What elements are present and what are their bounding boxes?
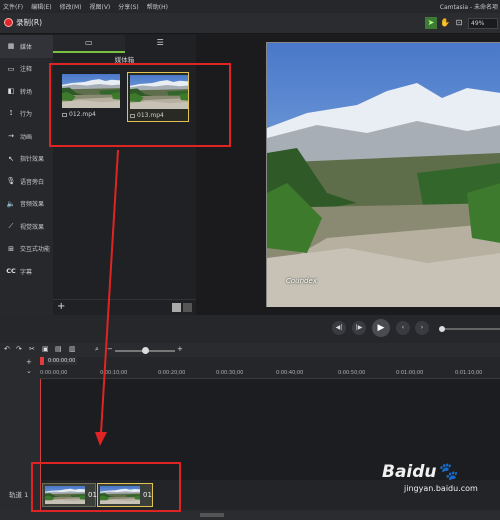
page-watermark: Baidu🐾 bbox=[382, 462, 458, 482]
paw-icon: 🐾 bbox=[436, 462, 458, 482]
page-watermark-url: jingyan.baidu.com bbox=[404, 484, 478, 493]
annotation-arrow bbox=[95, 149, 119, 446]
